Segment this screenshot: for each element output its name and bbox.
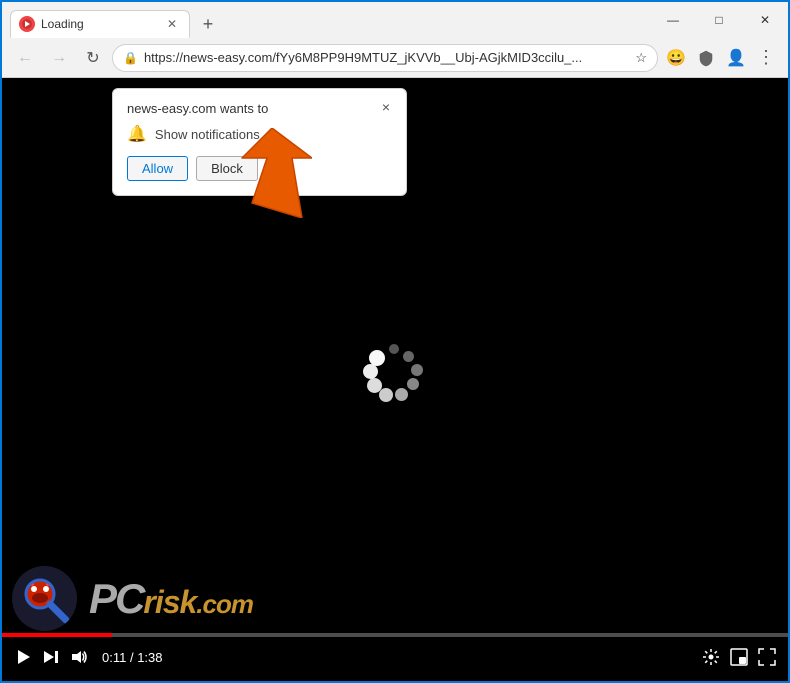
bookmark-icon[interactable]: ☆: [635, 50, 647, 66]
content-area: PCrisk.com × news-easy.com wants to 🔔 Sh…: [2, 78, 788, 681]
forward-icon: →: [51, 49, 67, 67]
time-display: 0:11 / 1:38: [102, 650, 163, 665]
new-tab-button[interactable]: +: [194, 10, 222, 38]
popup-buttons: Allow Block: [127, 156, 392, 181]
progress-bar[interactable]: [2, 633, 788, 637]
account-icon[interactable]: 👤: [722, 44, 750, 72]
popup-close-button[interactable]: ×: [376, 97, 396, 117]
shield-icon[interactable]: [692, 44, 720, 72]
fullscreen-button[interactable]: [758, 648, 776, 666]
toolbar-icons: 😀 👤 ⋮: [662, 44, 780, 72]
block-button[interactable]: Block: [196, 156, 258, 181]
reload-button[interactable]: ↻: [78, 43, 108, 73]
loading-spinner: [365, 344, 425, 404]
volume-button[interactable]: [70, 648, 88, 666]
notification-popup: × news-easy.com wants to 🔔 Show notifica…: [112, 88, 407, 196]
tab-close-button[interactable]: ✕: [163, 15, 181, 33]
active-tab[interactable]: Loading ✕: [10, 10, 190, 38]
reload-icon: ↻: [86, 48, 99, 68]
bell-icon: 🔔: [127, 124, 147, 144]
window-controls: — □ ✕: [650, 2, 788, 38]
next-button[interactable]: [42, 648, 60, 666]
miniplayer-button[interactable]: [730, 648, 748, 666]
settings-button[interactable]: [702, 648, 720, 666]
pcrisk-overlay: PCrisk.com: [12, 566, 253, 631]
minimize-button[interactable]: —: [650, 2, 696, 38]
pcrisk-logo: [12, 566, 77, 631]
titlebar: Loading ✕ + — □ ✕: [2, 2, 788, 38]
popup-notification-label: Show notifications: [155, 127, 260, 142]
forward-button[interactable]: →: [44, 43, 74, 73]
browser-window: Loading ✕ + — □ ✕ ← → ↻ 🔒 https://news-e…: [0, 0, 790, 683]
popup-notification-row: 🔔 Show notifications: [127, 124, 392, 144]
address-bar[interactable]: 🔒 https://news-easy.com/fYy6M8PP9H9MTUZ_…: [112, 44, 658, 72]
tab-area: Loading ✕ +: [2, 2, 650, 38]
back-button[interactable]: ←: [10, 43, 40, 73]
lock-icon: 🔒: [123, 51, 138, 65]
navbar: ← → ↻ 🔒 https://news-easy.com/fYy6M8PP9H…: [2, 38, 788, 78]
tab-favicon: [19, 16, 35, 32]
popup-title: news-easy.com wants to: [127, 101, 392, 116]
address-text: https://news-easy.com/fYy6M8PP9H9MTUZ_jK…: [144, 50, 629, 65]
more-options-icon[interactable]: ⋮: [752, 44, 780, 72]
ctrl-right: [702, 648, 776, 666]
back-icon: ←: [17, 49, 33, 67]
play-button[interactable]: [14, 648, 32, 666]
video-controls: 0:11 / 1:38: [2, 633, 788, 681]
tab-title: Loading: [41, 17, 157, 31]
emoji-icon[interactable]: 😀: [662, 44, 690, 72]
maximize-button[interactable]: □: [696, 2, 742, 38]
allow-button[interactable]: Allow: [127, 156, 188, 181]
progress-fill: [2, 633, 112, 637]
pcrisk-text-logo: PCrisk.com: [89, 575, 253, 623]
close-button[interactable]: ✕: [742, 2, 788, 38]
spinner: [365, 344, 425, 404]
